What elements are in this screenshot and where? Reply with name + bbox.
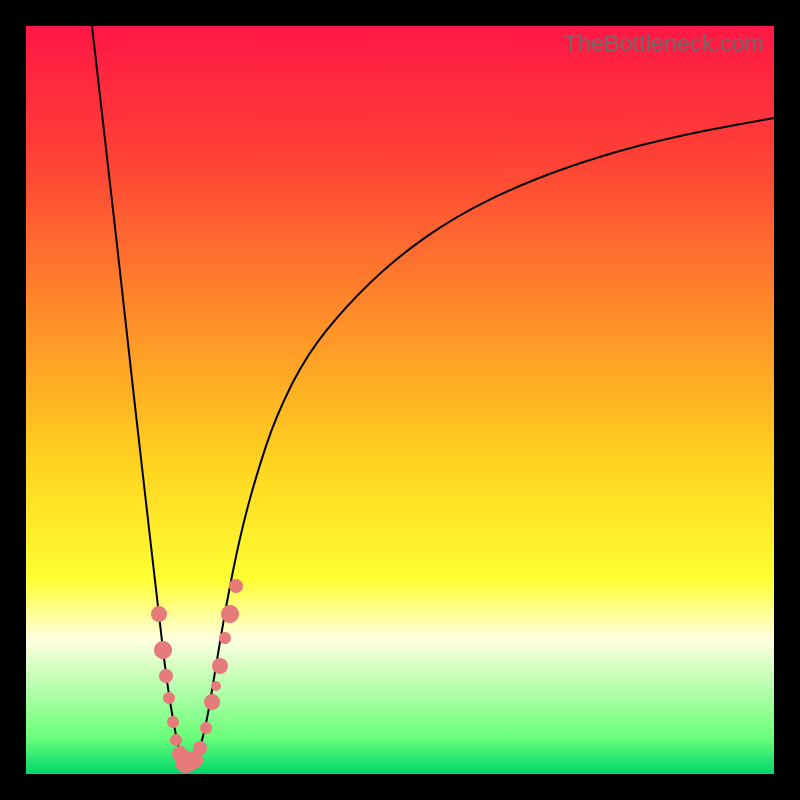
highlight-dot xyxy=(193,741,207,755)
highlight-dot xyxy=(229,579,243,593)
highlight-dot xyxy=(221,605,239,623)
highlight-dot xyxy=(151,606,167,622)
plot-area: TheBottleneck.com xyxy=(26,26,774,774)
curve-layer xyxy=(26,26,774,774)
highlight-dot xyxy=(219,632,231,644)
highlight-dot xyxy=(211,681,221,691)
highlight-dot xyxy=(170,734,182,746)
highlight-dot xyxy=(167,716,179,728)
highlight-dot xyxy=(163,692,175,704)
highlight-dot xyxy=(159,669,173,683)
highlight-dot xyxy=(154,641,172,659)
bottleneck-curve xyxy=(92,26,774,764)
highlight-dot xyxy=(200,722,212,734)
highlight-dot xyxy=(212,658,228,674)
highlight-dot xyxy=(204,694,220,710)
chart-frame: TheBottleneck.com xyxy=(0,0,800,800)
